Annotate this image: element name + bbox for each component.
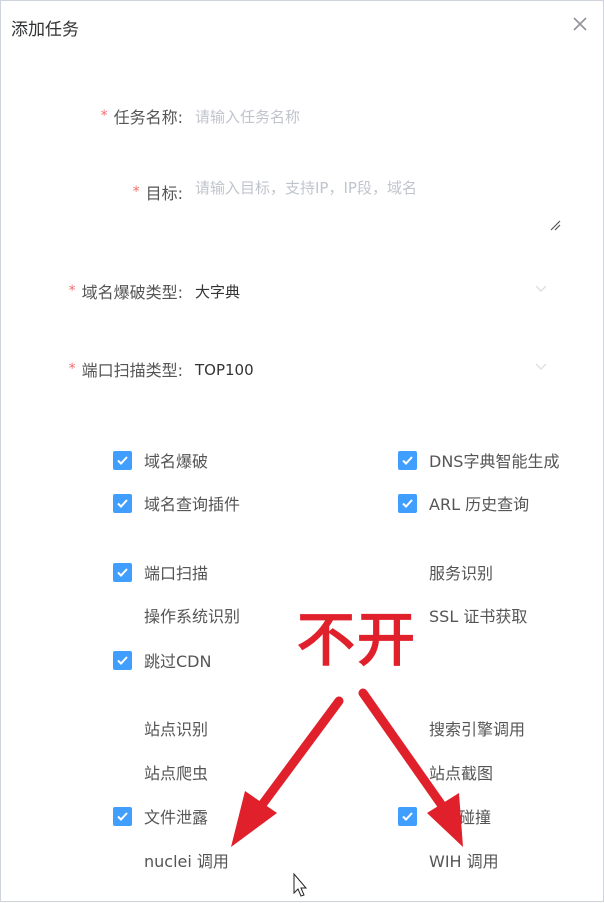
option-label: 域名爆破 xyxy=(144,452,209,471)
left-arrow-shaft xyxy=(254,696,344,814)
task-name-input[interactable]: 请输入任务名称 xyxy=(195,106,555,127)
option-label: SSL 证书获取 xyxy=(429,607,528,626)
checkbox[interactable] xyxy=(113,650,132,670)
option-label: 跳过CDN xyxy=(144,652,212,671)
add-task-dialog: 添加任务 * 任务名称: 请输入任务名称 * 目标: 请输入目标，支持IP，IP… xyxy=(0,0,604,902)
checkbox[interactable] xyxy=(398,762,417,782)
target-row: * 目标: xyxy=(1,177,183,207)
port-scan-type-select[interactable]: TOP100 xyxy=(195,360,555,379)
option-label: 站点识别 xyxy=(144,720,209,739)
option-site-screenshot[interactable]: 站点截图 xyxy=(398,761,493,783)
option-service-detect[interactable]: 服务识别 xyxy=(398,561,493,583)
option-search-engine[interactable]: 搜索引擎调用 xyxy=(398,717,525,739)
option-skip-cdn[interactable]: 跳过CDN xyxy=(113,649,211,671)
port-scan-type-label: 端口扫描类型: xyxy=(81,361,183,380)
checkbox[interactable] xyxy=(113,605,132,625)
required-mark: * xyxy=(132,184,140,200)
option-label: 服务识别 xyxy=(429,564,494,583)
checkbox[interactable] xyxy=(398,450,417,470)
option-label: 搜索引擎调用 xyxy=(429,720,526,739)
option-label: 站点爬虫 xyxy=(144,764,209,783)
option-dns-dict[interactable]: DNS字典智能生成 xyxy=(398,449,559,471)
option-label: 操作系统识别 xyxy=(144,607,241,626)
option-label: 站点截图 xyxy=(429,764,494,783)
checkbox[interactable] xyxy=(398,850,417,870)
option-label: nuclei 调用 xyxy=(144,852,229,871)
checkbox[interactable] xyxy=(113,762,132,782)
resize-handle-icon[interactable] xyxy=(549,219,561,231)
dialog-title: 添加任务 xyxy=(11,20,79,40)
option-label: DNS字典智能生成 xyxy=(429,452,560,471)
right-arrow-shaft xyxy=(358,688,448,812)
option-site-crawler[interactable]: 站点爬虫 xyxy=(113,761,208,783)
task-name-label: 任务名称: xyxy=(113,108,183,127)
checkbox[interactable] xyxy=(398,806,417,826)
task-name-placeholder: 请输入任务名称 xyxy=(195,107,301,126)
option-file-leak[interactable]: 文件泄露 xyxy=(113,805,208,827)
option-label: WIH 调用 xyxy=(429,852,499,871)
option-os-detect[interactable]: 操作系统识别 xyxy=(113,604,240,626)
checkbox[interactable] xyxy=(113,562,132,582)
domain-brute-type-select[interactable]: 大字典 xyxy=(195,281,555,302)
chevron-down-icon[interactable] xyxy=(534,284,548,294)
port-scan-type-row: * 端口扫描类型: TOP100 xyxy=(1,354,555,384)
checkbox[interactable] xyxy=(113,493,132,513)
option-label: 文件泄露 xyxy=(144,808,209,827)
option-site-detect[interactable]: 站点识别 xyxy=(113,717,208,739)
option-port-scan[interactable]: 端口扫描 xyxy=(113,561,208,583)
option-label: 端口扫描 xyxy=(144,564,209,583)
checkbox[interactable] xyxy=(398,562,417,582)
left-arrow-head xyxy=(231,791,277,847)
checkbox[interactable] xyxy=(113,806,132,826)
required-mark: * xyxy=(68,283,76,299)
checkbox[interactable] xyxy=(113,718,132,738)
chevron-down-icon[interactable] xyxy=(534,362,548,372)
required-mark: * xyxy=(100,108,108,124)
option-nuclei[interactable]: nuclei 调用 xyxy=(113,849,229,871)
checkbox[interactable] xyxy=(398,493,417,513)
option-arl-history[interactable]: ARL 历史查询 xyxy=(398,492,529,514)
checkbox[interactable] xyxy=(113,850,132,870)
mouse-cursor-icon xyxy=(293,872,308,897)
close-icon[interactable] xyxy=(571,15,589,33)
option-label: 域名查询插件 xyxy=(144,495,241,514)
domain-brute-type-value: 大字典 xyxy=(195,282,241,301)
option-ssl-cert[interactable]: SSL 证书获取 xyxy=(398,604,527,626)
domain-brute-type-label: 域名爆破类型: xyxy=(81,283,183,302)
option-domain-brute[interactable]: 域名爆破 xyxy=(113,449,208,471)
target-label: 目标: xyxy=(145,184,183,203)
required-mark: * xyxy=(68,361,76,377)
target-textarea[interactable]: 请输入目标，支持IP，IP段，域名 xyxy=(183,173,563,233)
annotation-text: 不开 xyxy=(297,606,418,674)
option-wih[interactable]: WIH 调用 xyxy=(398,849,499,871)
checkbox[interactable] xyxy=(398,718,417,738)
checkbox[interactable] xyxy=(113,450,132,470)
target-placeholder: 请输入目标，支持IP，IP段，域名 xyxy=(195,179,417,197)
option-host-collision[interactable]: 碰撞 xyxy=(398,805,491,827)
option-domain-plugin[interactable]: 域名查询插件 xyxy=(113,492,240,514)
option-label: 碰撞 xyxy=(459,808,492,827)
task-name-row: * 任务名称: 请输入任务名称 xyxy=(1,101,555,131)
option-label: ARL 历史查询 xyxy=(429,495,530,514)
domain-brute-type-row: * 域名爆破类型: 大字典 xyxy=(1,276,555,306)
port-scan-type-value: TOP100 xyxy=(195,360,254,379)
